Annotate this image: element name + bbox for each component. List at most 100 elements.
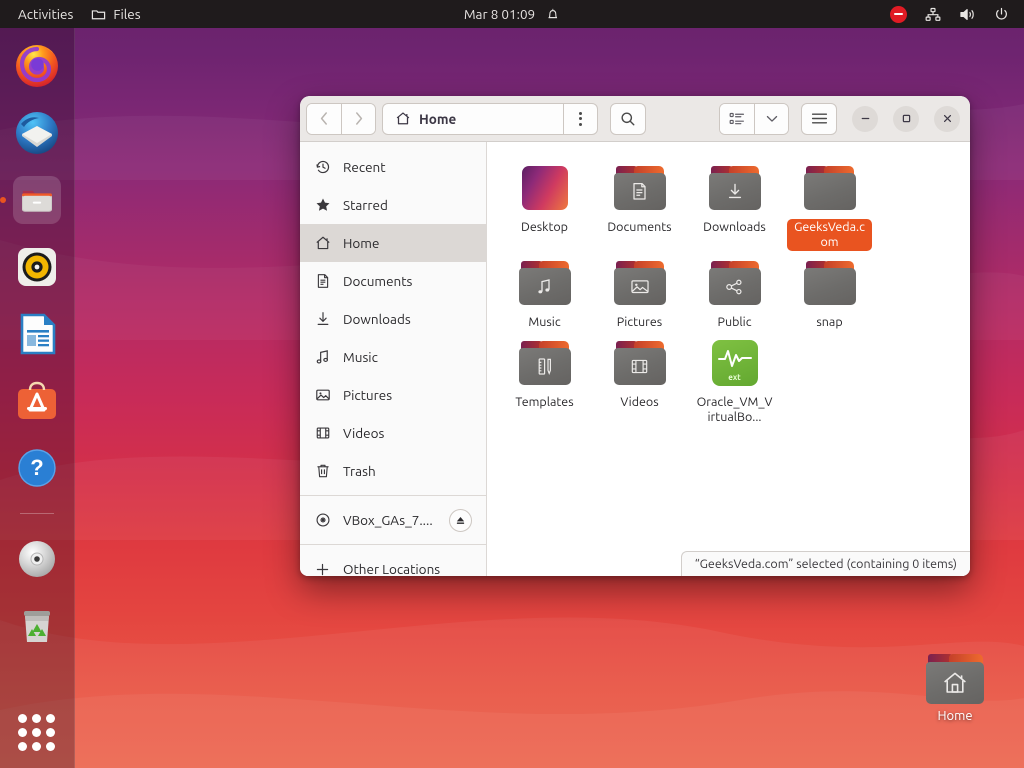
sidebar-separator (300, 544, 486, 545)
file-item-pictures[interactable]: Pictures (592, 251, 687, 331)
folder-icon (613, 162, 666, 214)
notification-bell-icon (546, 7, 560, 22)
volume-icon[interactable] (950, 7, 985, 22)
file-grid-area[interactable]: Desktop Documents Downloads GeeksVeda.co… (487, 142, 970, 576)
system-tray[interactable] (881, 5, 1018, 23)
activities-label: Activities (18, 6, 74, 22)
film-icon (314, 425, 331, 442)
file-label: GeeksVeda.com (787, 219, 872, 251)
file-label: Downloads (703, 220, 766, 234)
file-label: Documents (607, 220, 672, 234)
clock-label: Mar 8 01:09 (463, 6, 536, 22)
sidebar-item-label: Pictures (343, 387, 393, 403)
dock-item-ubuntu-software[interactable] (13, 377, 61, 425)
download-icon (314, 311, 331, 328)
file-label: Templates (515, 395, 574, 409)
dock-item-rhythmbox[interactable] (13, 243, 61, 291)
file-item-documents[interactable]: Documents (592, 156, 687, 251)
file-item-music[interactable]: Music (497, 251, 592, 331)
folder-icon (91, 7, 106, 22)
list-view-button[interactable] (720, 103, 754, 134)
app-menu-files[interactable]: Files (82, 0, 149, 28)
folder-icon (613, 257, 666, 309)
show-applications-button[interactable] (16, 712, 58, 754)
sidebar-item-vbox-device[interactable]: VBox_GAs_7.... (300, 501, 486, 539)
sidebar-item-recent[interactable]: Recent (300, 148, 486, 186)
clock-area[interactable]: Mar 8 01:09 (464, 6, 560, 22)
window-header-bar: Home (300, 96, 970, 142)
sidebar: Recent Starred Home Documents Downloads … (300, 142, 487, 576)
sidebar-item-label: Music (343, 349, 378, 365)
vertical-dots-icon (579, 111, 582, 126)
search-button[interactable] (610, 102, 646, 135)
dock-item-cd-drive[interactable] (13, 535, 61, 583)
back-button[interactable] (307, 103, 341, 134)
dock-separator (20, 513, 54, 514)
dock-item-thunderbird[interactable] (13, 109, 61, 157)
file-item-desktop[interactable]: Desktop (497, 156, 592, 251)
sidebar-item-starred[interactable]: Starred (300, 186, 486, 224)
activities-button[interactable]: Activities (9, 0, 82, 28)
dock-item-firefox[interactable] (13, 42, 61, 90)
home-icon (314, 235, 331, 252)
wallpaper-wave (0, 617, 1024, 768)
sidebar-item-videos[interactable]: Videos (300, 414, 486, 452)
desktop-icon-label: Home (937, 709, 973, 723)
music-emblem (519, 268, 571, 305)
power-icon[interactable] (985, 7, 1018, 22)
breadcrumb-label: Home (419, 110, 457, 127)
close-button[interactable] (934, 105, 960, 132)
file-item-videos[interactable]: Videos (592, 331, 687, 426)
sidebar-item-trash[interactable]: Trash (300, 452, 486, 490)
sidebar-item-downloads[interactable]: Downloads (300, 300, 486, 338)
file-label: Public (717, 315, 752, 329)
network-icon[interactable] (916, 7, 950, 22)
file-label: Music (528, 315, 561, 329)
sidebar-item-documents[interactable]: Documents (300, 262, 486, 300)
dock: ? (0, 28, 75, 768)
dock-item-files[interactable] (13, 176, 61, 224)
view-options-button[interactable] (754, 103, 788, 134)
desktop-icon-home[interactable]: Home (915, 650, 995, 723)
folder-icon (613, 337, 666, 389)
desktop-wallpaper-thumbnail (519, 162, 571, 214)
dock-item-libreoffice-writer[interactable] (13, 310, 61, 358)
sidebar-item-label: Videos (343, 425, 385, 441)
view-mode-group (719, 102, 789, 135)
sidebar-item-other-locations[interactable]: Other Locations (300, 550, 486, 576)
file-item-public[interactable]: Public (687, 251, 782, 331)
file-item-snap[interactable]: snap (782, 251, 877, 331)
film-emblem (614, 348, 666, 385)
file-label: Oracle_VM_VirtualBo... (696, 395, 773, 424)
folder-icon (518, 257, 571, 309)
main-menu-button[interactable] (801, 102, 837, 135)
music-note-icon (314, 349, 331, 366)
file-item-geeksveda[interactable]: GeeksVeda.com (782, 156, 877, 251)
do-not-disturb-icon[interactable] (881, 5, 916, 23)
eject-icon[interactable] (449, 508, 472, 532)
file-item-templates[interactable]: Templates (497, 331, 592, 426)
sidebar-item-music[interactable]: Music (300, 338, 486, 376)
search-icon (620, 111, 636, 127)
maximize-button[interactable] (893, 105, 919, 132)
chevron-down-icon (766, 115, 778, 123)
file-label: Videos (620, 395, 659, 409)
path-bar: Home (382, 102, 598, 135)
path-menu-button[interactable] (563, 103, 597, 134)
file-item-downloads[interactable]: Downloads (687, 156, 782, 251)
forward-button[interactable] (341, 103, 375, 134)
image-icon (314, 387, 331, 404)
home-icon (395, 111, 411, 126)
breadcrumb-home[interactable]: Home (383, 104, 563, 134)
sidebar-item-home[interactable]: Home (300, 224, 486, 262)
minimize-button[interactable] (852, 105, 878, 132)
sidebar-item-pictures[interactable]: Pictures (300, 376, 486, 414)
app-name-label: Files (113, 6, 141, 22)
folder-icon (803, 162, 856, 214)
star-icon (314, 197, 331, 214)
dock-item-help[interactable]: ? (13, 444, 61, 492)
ext-label: ext (728, 373, 741, 382)
file-item-oracle-vm-virtualbox[interactable]: ext Oracle_VM_VirtualBo... (687, 331, 782, 426)
dock-item-trash[interactable] (13, 602, 61, 650)
folder-icon (803, 257, 856, 309)
